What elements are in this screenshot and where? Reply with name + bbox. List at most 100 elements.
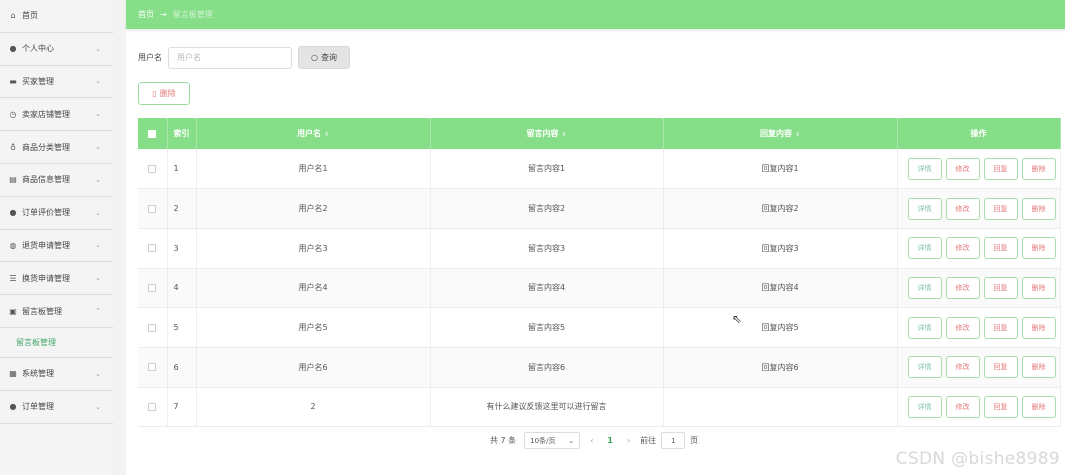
row-select-cell[interactable] bbox=[138, 149, 168, 189]
sidebar-item[interactable]: ● 订单管理 ⌄ bbox=[0, 391, 113, 424]
cell-reply: 回复内容1 bbox=[663, 149, 898, 189]
cell-reply: 回复内容3 bbox=[663, 228, 898, 269]
reply-button[interactable]: 回复 bbox=[983, 356, 1018, 379]
cell-reply: 回复内容6 bbox=[663, 347, 898, 388]
cell-index: 7 bbox=[167, 387, 197, 427]
batch-delete-button[interactable]: ▯ 删除 bbox=[138, 82, 190, 105]
sidebar-item[interactable]: ◍ 退货申请管理 ⌄ bbox=[0, 230, 113, 263]
row-checkbox[interactable] bbox=[148, 402, 157, 411]
watermark: CSDN @bishe8989 bbox=[895, 449, 1060, 469]
edit-button[interactable]: 修改 bbox=[945, 157, 980, 180]
sort-icon[interactable]: ⇕ bbox=[561, 131, 566, 138]
detail-button[interactable]: 详情 bbox=[907, 157, 942, 180]
next-page-icon[interactable]: › bbox=[627, 436, 630, 445]
reply-button[interactable]: 回复 bbox=[983, 276, 1018, 299]
detail-button[interactable]: 详情 bbox=[907, 316, 942, 339]
sort-icon[interactable]: ⇕ bbox=[795, 131, 800, 138]
row-select-cell[interactable] bbox=[138, 307, 168, 348]
column-header-username[interactable]: 用户名 ⇕ bbox=[196, 118, 431, 149]
edit-button[interactable]: 修改 bbox=[945, 316, 980, 339]
page-size-select[interactable]: 10条/页 ⌄ bbox=[524, 432, 581, 449]
username-search-input[interactable] bbox=[168, 46, 292, 69]
user-icon: ● bbox=[9, 44, 17, 54]
chevron-icon: ⌄ bbox=[95, 402, 101, 411]
edit-button[interactable]: 修改 bbox=[945, 197, 980, 220]
select-all-checkbox[interactable] bbox=[148, 129, 157, 138]
mouse-cursor-icon: ⇖ bbox=[732, 312, 743, 326]
search-icon: ○ bbox=[311, 53, 318, 62]
edit-button[interactable]: 修改 bbox=[945, 237, 980, 260]
sidebar-item-label: 订单评价管理 bbox=[22, 208, 70, 218]
row-checkbox[interactable] bbox=[148, 164, 157, 173]
row-select-cell[interactable] bbox=[138, 387, 168, 427]
column-header-message[interactable]: 留言内容 ⇕ bbox=[430, 118, 664, 149]
chevron-icon: ⌄ bbox=[95, 175, 101, 184]
reply-button[interactable]: 回复 bbox=[983, 197, 1018, 220]
breadcrumb-home[interactable]: 首页 bbox=[138, 9, 154, 20]
select-all-cell[interactable] bbox=[138, 118, 168, 149]
reply-button[interactable]: 回复 bbox=[983, 157, 1018, 180]
detail-button[interactable]: 详情 bbox=[907, 197, 942, 220]
delete-button[interactable]: 删除 bbox=[1021, 356, 1056, 379]
sidebar-item[interactable]: ▤ 商品信息管理 ⌄ bbox=[0, 164, 113, 197]
delete-button[interactable]: 删除 bbox=[1021, 276, 1056, 299]
user-icon: ● bbox=[9, 208, 17, 218]
cell-username: 2 bbox=[196, 387, 431, 427]
cell-message: 留言内容2 bbox=[430, 188, 664, 229]
chevron-icon: ⌄ bbox=[95, 208, 101, 217]
sidebar-item[interactable]: ▬ 买家管理 ⌄ bbox=[0, 66, 113, 99]
prev-page-icon[interactable]: ‹ bbox=[590, 436, 593, 445]
sidebar-item-label: 卖家店铺管理 bbox=[22, 109, 70, 119]
table-row: 7 2 有什么建议反馈这里可以进行留言 详情 修改 回复 删除 bbox=[138, 387, 1061, 427]
sidebar-item[interactable]: ♁ 商品分类管理 ⌄ bbox=[0, 131, 113, 164]
sidebar-subitem-message-board[interactable]: 留言板管理 bbox=[0, 328, 113, 358]
sidebar-item-label: 首页 bbox=[22, 11, 38, 21]
reply-button[interactable]: 回复 bbox=[983, 316, 1018, 339]
edit-button[interactable]: 修改 bbox=[945, 395, 980, 418]
sidebar-item[interactable]: ☰ 换货申请管理 ⌄ bbox=[0, 262, 113, 296]
row-select-cell[interactable] bbox=[138, 268, 168, 308]
row-checkbox[interactable] bbox=[148, 204, 157, 213]
row-checkbox[interactable] bbox=[148, 244, 157, 253]
delete-button[interactable]: 删除 bbox=[1021, 237, 1056, 260]
sidebar-item-label: 退货申请管理 bbox=[22, 240, 70, 250]
row-checkbox[interactable] bbox=[148, 323, 157, 332]
globe-icon: ◍ bbox=[9, 240, 17, 250]
sidebar-item[interactable]: ● 个人中心 ⌄ bbox=[0, 33, 113, 66]
column-header-reply[interactable]: 回复内容 ⇕ bbox=[663, 118, 898, 149]
row-checkbox[interactable] bbox=[148, 283, 157, 292]
row-select-cell[interactable] bbox=[138, 347, 168, 388]
edit-button[interactable]: 修改 bbox=[945, 276, 980, 299]
sort-icon[interactable]: ⇕ bbox=[324, 131, 329, 138]
delete-button[interactable]: 删除 bbox=[1021, 316, 1056, 339]
reply-button[interactable]: 回复 bbox=[983, 237, 1018, 260]
edit-button[interactable]: 修改 bbox=[945, 356, 980, 379]
sidebar-item[interactable]: ▦ 系统管理 ⌄ bbox=[0, 358, 113, 391]
detail-button[interactable]: 详情 bbox=[907, 356, 942, 379]
row-checkbox[interactable] bbox=[148, 363, 157, 372]
delete-button[interactable]: 删除 bbox=[1021, 197, 1056, 220]
sidebar-item[interactable]: ⌂ 首页 bbox=[0, 0, 113, 33]
cell-index: 2 bbox=[167, 188, 197, 229]
detail-button[interactable]: 详情 bbox=[907, 395, 942, 418]
table-header-row: 索引 用户名 ⇕ 留言内容 ⇕ 回复内容 ⇕ 操作 bbox=[138, 118, 1061, 149]
sidebar-item-label: 留言板管理 bbox=[22, 306, 62, 316]
delete-button[interactable]: 删除 bbox=[1021, 157, 1056, 180]
cell-username: 用户名4 bbox=[196, 268, 431, 308]
detail-button[interactable]: 详情 bbox=[907, 237, 942, 260]
page-number-current[interactable]: 1 bbox=[607, 436, 613, 445]
goto-page-input[interactable]: 1 bbox=[661, 432, 686, 449]
reply-button[interactable]: 回复 bbox=[983, 395, 1018, 418]
chevron-icon: ⌄ bbox=[95, 143, 101, 152]
delete-button[interactable]: 删除 bbox=[1021, 395, 1056, 418]
pagination: 共 7 条 10条/页 ⌄ ‹ 1 › 前往 1 页 bbox=[490, 432, 698, 449]
cell-message: 留言内容4 bbox=[430, 268, 664, 308]
sidebar-item[interactable]: ● 订单评价管理 ⌄ bbox=[0, 197, 113, 230]
cell-username: 用户名1 bbox=[196, 149, 431, 189]
query-button[interactable]: ○ 查询 bbox=[298, 46, 350, 69]
row-select-cell[interactable] bbox=[138, 228, 168, 269]
detail-button[interactable]: 详情 bbox=[907, 276, 942, 299]
sidebar-item[interactable]: ◷ 卖家店铺管理 ⌄ bbox=[0, 98, 113, 132]
row-select-cell[interactable] bbox=[138, 188, 168, 229]
sidebar-item[interactable]: ▣ 留言板管理 ⌃ bbox=[0, 295, 113, 328]
